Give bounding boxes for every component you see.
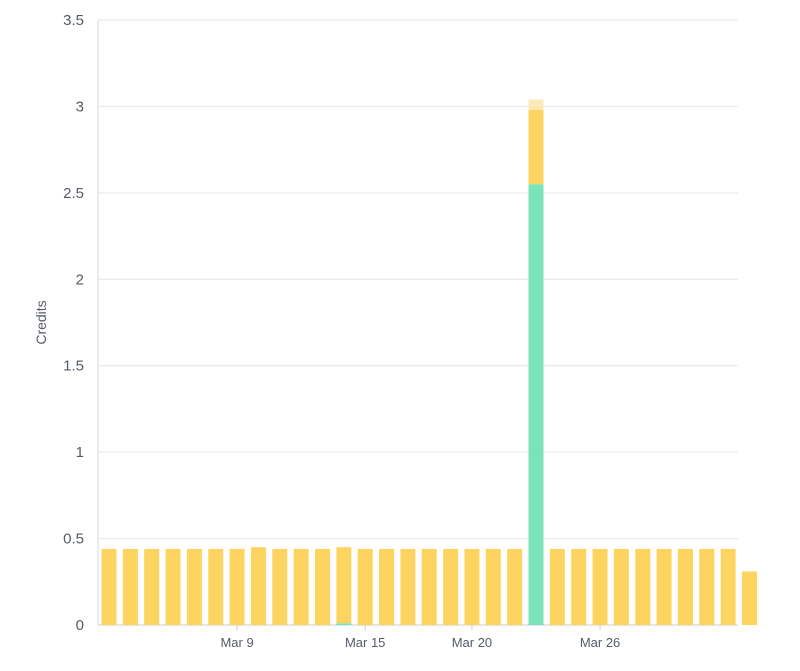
- bar-segment: [549, 548, 565, 625]
- bar-segment: [635, 548, 651, 625]
- bar-segment: [315, 548, 330, 625]
- y-tick-label: 0: [76, 617, 84, 634]
- bar-segment: [528, 99, 544, 110]
- bar-segment: [144, 548, 160, 625]
- y-tick-label: 3.5: [63, 12, 84, 29]
- bar-segment: [421, 548, 437, 625]
- bar-segment: [528, 109, 544, 185]
- bar-segment: [592, 548, 608, 625]
- bar-segment: [208, 548, 224, 625]
- bar-segment: [485, 548, 501, 625]
- bar-segment: [229, 548, 245, 625]
- y-tick-label: 2.5: [63, 185, 84, 202]
- x-tick-label: Mar 9: [220, 635, 253, 650]
- bar-segment: [528, 184, 544, 625]
- bar-segment: [464, 548, 480, 625]
- x-tick-label: Mar 20: [452, 635, 492, 650]
- x-tick-label: Mar 26: [580, 635, 620, 650]
- bar-segment: [656, 548, 672, 625]
- bar-segment: [379, 548, 395, 625]
- bar-segment: [400, 548, 416, 625]
- bar-segment: [699, 548, 715, 625]
- x-tick-label: Mar 15: [345, 635, 385, 650]
- bar-segment: [272, 548, 288, 625]
- bar-segment: [443, 548, 459, 625]
- bar-segment: [720, 548, 736, 625]
- bar-segment: [571, 548, 587, 625]
- bar-segment: [250, 547, 266, 625]
- bar-segment: [336, 623, 352, 625]
- bar-segment: [507, 548, 523, 625]
- bar-segment: [613, 548, 629, 625]
- chart-svg: Credits 0 0.5 1 1.5 2 2.5 3 3.5 Mar 9 Mar 15 Mar 2…: [33, 12, 757, 650]
- bar-segment: [742, 571, 757, 625]
- y-tick-label: 0.5: [63, 531, 84, 548]
- bar-segment: [336, 547, 352, 624]
- bar-segment: [357, 548, 373, 625]
- y-tick-label: 1: [76, 444, 84, 461]
- y-axis-title: Credits: [33, 300, 49, 344]
- y-tick-label: 1.5: [63, 358, 84, 375]
- y-tick-label: 2: [76, 271, 84, 288]
- bar-segment: [101, 548, 117, 625]
- bar-segment: [293, 548, 309, 625]
- bar-segment: [186, 548, 202, 625]
- grid-layer: [98, 19, 738, 626]
- y-tick-label: 3: [76, 98, 84, 115]
- bar-segment: [677, 548, 693, 625]
- credits-chart: Credits 0 0.5 1 1.5 2 2.5 3 3.5 Mar 9 Mar 15 Mar 2…: [0, 0, 800, 671]
- bar-segment: [122, 548, 138, 625]
- bar-segment: [165, 548, 181, 625]
- bar-layer: [101, 99, 757, 625]
